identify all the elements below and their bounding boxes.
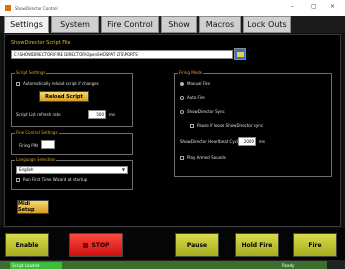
stop-icon bbox=[82, 242, 88, 248]
midi-setup-button[interactable]: Midi Setup bbox=[17, 200, 49, 214]
window-title: ShowDirector Control bbox=[15, 5, 58, 11]
auto-fire-radio[interactable] bbox=[180, 96, 184, 100]
chevron-down-icon[interactable]: ▼ bbox=[122, 167, 125, 173]
hold-fire-button[interactable]: Hold Fire bbox=[235, 233, 279, 257]
stop-label: STOP bbox=[91, 241, 110, 249]
heartbeat-input[interactable]: 2000 bbox=[238, 137, 256, 146]
armed-sounds-label: Play Armed Sounds bbox=[187, 155, 226, 160]
folder-icon[interactable] bbox=[234, 48, 246, 60]
close-button[interactable]: × bbox=[330, 3, 335, 11]
action-bar: Enable STOP Pause Hold Fire Fire bbox=[0, 228, 345, 260]
pause-button[interactable]: Pause bbox=[175, 233, 219, 257]
script-settings-title: Script Settings bbox=[15, 70, 47, 75]
armed-sounds-checkbox[interactable] bbox=[180, 156, 184, 160]
first-time-wizard-label: Run First Time Wizard at startup bbox=[23, 177, 88, 182]
manual-fire-label: Manual Fire bbox=[187, 81, 210, 86]
fire-pin-label: Firing PIN bbox=[19, 143, 38, 148]
ready-status: Ready bbox=[282, 263, 295, 268]
maximize-button[interactable]: ▢ bbox=[311, 3, 317, 11]
status-bar: Script Loaded Ready bbox=[0, 260, 345, 269]
tab-lock-outs[interactable]: Lock Outs bbox=[243, 16, 291, 33]
tab-settings[interactable]: Settings bbox=[4, 16, 49, 33]
minimize-button[interactable]: – bbox=[291, 3, 294, 11]
language-selected-value: English bbox=[19, 167, 34, 172]
refresh-rate-label: Script List refresh rate bbox=[16, 112, 61, 117]
tab-system[interactable]: System bbox=[51, 16, 99, 33]
heartbeat-unit: ms bbox=[259, 139, 265, 144]
stop-button[interactable]: STOP bbox=[69, 233, 123, 257]
script-file-label: ShowDirector Script File bbox=[11, 40, 71, 46]
refresh-rate-input[interactable]: 500 bbox=[88, 110, 106, 119]
refresh-rate-unit: ms bbox=[109, 112, 115, 117]
enable-button[interactable]: Enable bbox=[5, 233, 49, 257]
pause-sync-checkbox[interactable] bbox=[190, 124, 194, 128]
language-select[interactable]: English ▼ bbox=[16, 166, 128, 174]
firing-mode-title: Firing Mode bbox=[178, 70, 204, 75]
status-bar-end bbox=[327, 261, 345, 269]
window-titlebar: ShowDirector Control – ▢ × bbox=[0, 0, 345, 16]
script-file-path-field[interactable]: C:\SHOWDIRECTOR\FIRE DIRECTOR\OpenSHOSPA… bbox=[11, 50, 233, 59]
language-group bbox=[11, 160, 133, 190]
manual-fire-radio[interactable] bbox=[180, 82, 184, 86]
fine-control-title: Fine Control Settings bbox=[15, 130, 59, 135]
tab-bar: Settings System Fire Control Show Macros… bbox=[0, 16, 345, 33]
showdirector-sync-label: ShowDirector Sync bbox=[187, 109, 225, 114]
heartbeat-label: ShowDirector Heartbeat Cycle bbox=[180, 139, 241, 144]
showdirector-sync-radio[interactable] bbox=[180, 110, 184, 114]
reload-script-button[interactable]: Reload Script bbox=[39, 91, 89, 102]
tab-show[interactable]: Show bbox=[161, 16, 197, 33]
first-time-wizard-checkbox[interactable] bbox=[16, 178, 20, 182]
auto-reload-label: Automatically reload script if changes bbox=[23, 81, 99, 86]
fire-pin-input[interactable] bbox=[41, 140, 55, 149]
tab-macros[interactable]: Macros bbox=[199, 16, 241, 33]
script-status-badge: Script Loaded bbox=[10, 262, 62, 269]
settings-panel: ShowDirector Script File C:\SHOWDIRECTOR… bbox=[4, 34, 341, 227]
tab-fire-control[interactable]: Fire Control bbox=[101, 16, 159, 33]
auto-fire-label: Auto Fire bbox=[187, 95, 205, 100]
pause-sync-label: Pause if loose ShowDirector sync bbox=[197, 123, 263, 128]
auto-reload-checkbox[interactable] bbox=[16, 82, 20, 86]
fire-button[interactable]: Fire bbox=[293, 233, 337, 257]
language-title: Language Selection bbox=[15, 157, 57, 162]
app-icon bbox=[5, 5, 11, 11]
